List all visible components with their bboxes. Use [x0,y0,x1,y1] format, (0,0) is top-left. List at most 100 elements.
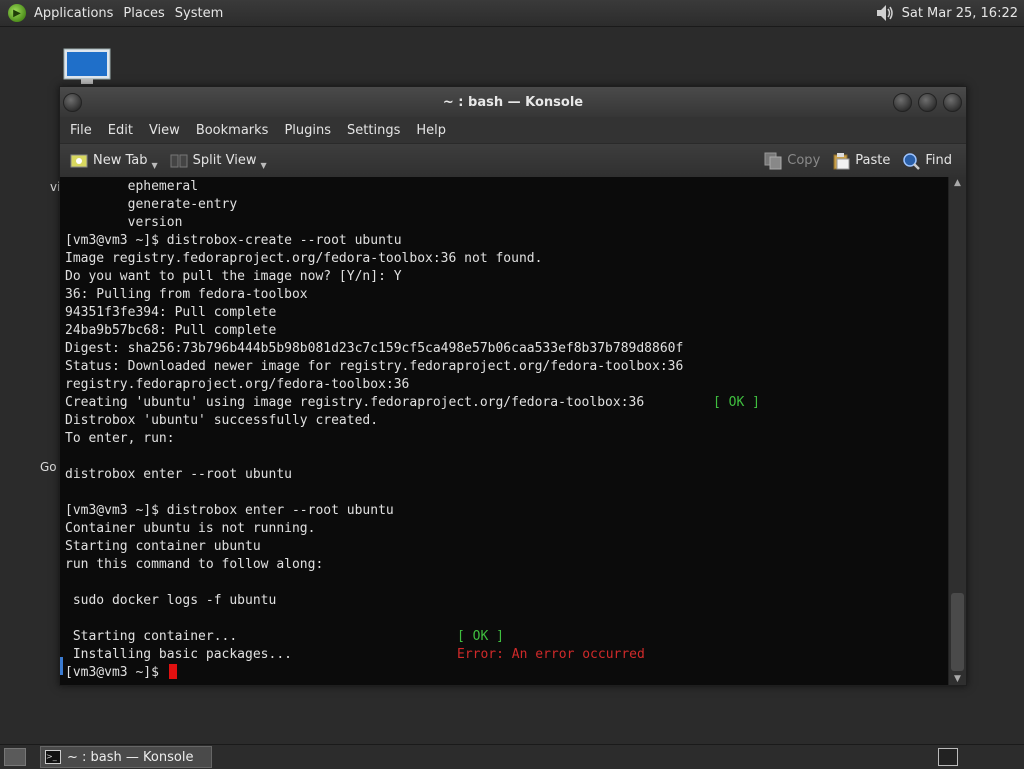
terminal-line: Starting container ubuntu [65,538,948,556]
terminal-line: distrobox enter --root ubuntu [65,466,948,484]
terminal-line-text: Image registry.fedoraproject.org/fedora-… [65,251,543,266]
terminal-line-text: registry.fedoraproject.org/fedora-toolbo… [65,377,410,392]
top-panel-tray: Sat Mar 25, 16:22 [874,2,1024,24]
maximize-button[interactable] [918,93,937,112]
terminal-line-text: Creating 'ubuntu' using image registry.f… [65,395,645,410]
paste-icon [832,152,850,170]
distro-logo-icon[interactable]: ▶ [8,4,26,22]
terminal-scrollbar[interactable]: ▲ ▼ [948,177,966,685]
menu-help[interactable]: Help [410,123,452,138]
terminal-line: version [65,214,948,232]
terminal-view[interactable]: ephemeral generate-entry version [vm3@vm3… [60,177,948,685]
terminal-line: To enter, run: [65,430,948,448]
menu-bookmarks[interactable]: Bookmarks [190,123,275,138]
window-menu-icon[interactable] [63,93,82,112]
terminal-line: Status: Downloaded newer image for regis… [65,358,948,376]
terminal-line-text: To enter, run: [65,431,175,446]
window-titlebar[interactable]: ~ : bash — Konsole [60,87,966,117]
terminal-line: registry.fedoraproject.org/fedora-toolbo… [65,376,948,394]
menu-edit[interactable]: Edit [102,123,139,138]
terminal-line: Creating 'ubuntu' using image registry.f… [65,394,948,412]
status-ok-text: [ OK ] [457,629,504,644]
minimize-button[interactable] [893,93,912,112]
top-panel: ▶ Applications Places System Sat Mar 25,… [0,0,1024,27]
terminal-line-text: ephemeral [65,179,199,194]
chevron-down-icon: ▼ [151,161,158,170]
find-button[interactable]: Find [896,148,958,174]
menubar: File Edit View Bookmarks Plugins Setting… [60,117,966,144]
menu-plugins[interactable]: Plugins [278,123,337,138]
terminal-line-text: Status: Downloaded newer image for regis… [65,359,684,374]
terminal-line: 24ba9b57bc68: Pull complete [65,322,948,340]
active-line-marker [60,657,63,675]
clock[interactable]: Sat Mar 25, 16:22 [902,6,1018,21]
terminal-line: [vm3@vm3 ~]$ distrobox-create --root ubu… [65,232,948,250]
find-label: Find [925,153,952,168]
terminal-line-text: [vm3@vm3 ~]$ [65,665,167,680]
terminal-line: Installing basic packages... Error: An er… [65,646,948,664]
terminal-line: Starting container... [ OK ] [65,628,948,646]
computer-desktop-icon[interactable] [63,48,111,86]
copy-label: Copy [787,153,821,168]
search-icon [902,152,921,170]
applications-menu[interactable]: Applications [32,6,121,21]
terminal-cursor [168,664,177,679]
places-menu[interactable]: Places [121,6,172,21]
scroll-up-icon[interactable]: ▲ [949,177,966,189]
volume-icon[interactable] [874,2,896,24]
window-title: ~ : bash — Konsole [442,94,584,110]
terminal-line-text: Installing basic packages... [65,647,292,662]
paste-label: Paste [855,153,891,168]
menu-file[interactable]: File [64,123,98,138]
copy-button[interactable]: Copy [758,148,826,174]
terminal-line-text: 24ba9b57bc68: Pull complete [65,323,277,338]
terminal-line-text: [vm3@vm3 ~]$ distrobox-create --root ubu… [65,233,402,248]
split-view-icon [170,152,188,170]
terminal-line-text: Do you want to pull the image now? [Y/n]… [65,269,402,284]
scroll-down-icon[interactable]: ▼ [949,673,966,685]
terminal-line: Do you want to pull the image now? [Y/n]… [65,268,948,286]
terminal-line: 36: Pulling from fedora-toolbox [65,286,948,304]
taskbar-task-konsole[interactable]: >_ ~ : bash — Konsole [40,746,212,768]
split-view-button[interactable]: Split View ▼ [164,148,273,174]
terminal-line-text: Starting container... [65,629,238,644]
terminal-line-text: version [65,215,183,230]
status-ok-text: [ OK ] [713,395,760,410]
konsole-window: ~ : bash — Konsole File Edit View Bookma… [59,86,967,686]
terminal-line: Container ubuntu is not running. [65,520,948,538]
terminal-line: ephemeral [65,178,948,196]
workspace-switcher-icon[interactable] [938,748,958,766]
menu-view[interactable]: View [143,123,186,138]
bottom-panel: >_ ~ : bash — Konsole [0,744,1024,769]
menu-settings[interactable]: Settings [341,123,406,138]
show-desktop-icon[interactable] [4,748,26,766]
desktop-icon-label: Go [40,460,57,474]
terminal-line-text: 94351f3fe394: Pull complete [65,305,277,320]
terminal-line: 94351f3fe394: Pull complete [65,304,948,322]
taskbar-task-label: ~ : bash — Konsole [67,749,194,765]
terminal-line-text: Digest: sha256:73b796b444b5b98b081d23c7c… [65,341,684,356]
paste-button[interactable]: Paste [826,148,896,174]
scroll-thumb[interactable] [951,593,964,671]
system-menu[interactable]: System [173,6,231,21]
status-error-text: Error: An error occurred [457,647,645,662]
terminal-line-text: run this command to follow along: [65,557,324,572]
terminal-line: run this command to follow along: [65,556,948,574]
terminal-line: [vm3@vm3 ~]$ distrobox enter --root ubun… [65,502,948,520]
new-tab-button[interactable]: New Tab ▼ [64,148,164,174]
close-button[interactable] [943,93,962,112]
terminal-line-text: distrobox enter --root ubuntu [65,467,292,482]
chevron-down-icon: ▼ [260,161,267,170]
terminal-line-text: Distrobox 'ubuntu' successfully created. [65,413,379,428]
terminal-line: Distrobox 'ubuntu' successfully created. [65,412,948,430]
new-tab-icon [70,152,88,170]
terminal-icon: >_ [45,750,61,764]
terminal-line-text: generate-entry [65,197,238,212]
terminal-line: generate-entry [65,196,948,214]
terminal-output: ephemeral generate-entry version [vm3@vm3… [60,177,948,682]
terminal-line: Digest: sha256:73b796b444b5b98b081d23c7c… [65,340,948,358]
